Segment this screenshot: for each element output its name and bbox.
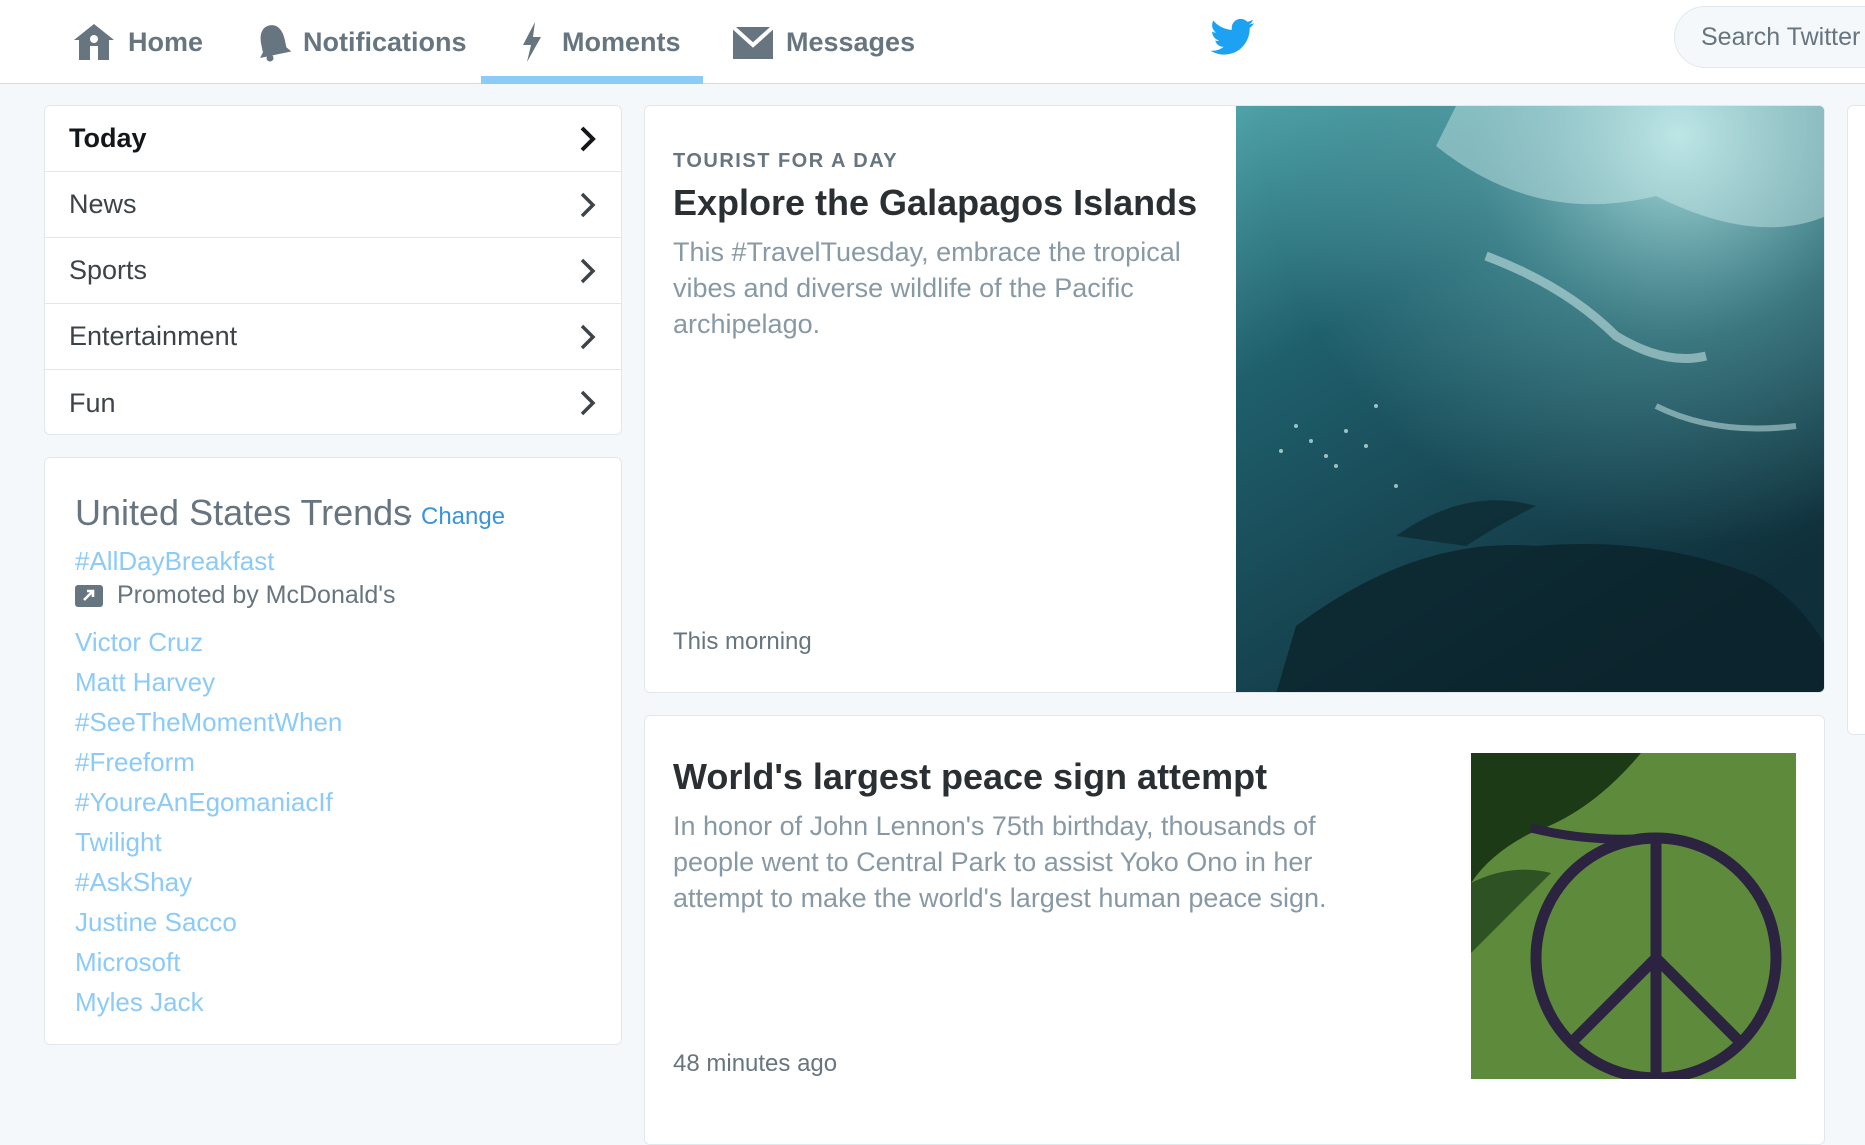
top-navigation-bar: Home Notifications Moments Messages Sear… [0,0,1865,84]
category-entertainment[interactable]: Entertainment [45,304,621,370]
bell-icon [255,22,291,62]
category-sports[interactable]: Sports [45,238,621,304]
category-fun[interactable]: Fun [45,370,621,434]
moment-kicker: TOURIST FOR A DAY [673,150,899,172]
moment-title[interactable]: Explore the Galapagos Islands [673,182,1197,224]
nav-messages-label: Messages [786,26,916,57]
nav-home-label: Home [128,26,204,57]
trends-panel: United States Trends · Change #AllDayBre… [44,457,622,1045]
active-tab-indicator [481,76,703,84]
envelope-icon [732,23,774,61]
trend-item[interactable]: Victor Cruz [75,627,203,658]
promoted-by-label: Promoted by McDonald's [117,581,396,609]
nav-home[interactable]: Home [72,0,203,84]
category-label: News [69,189,137,219]
moment-media-underwater-shark[interactable] [1236,106,1824,692]
nav-messages[interactable]: Messages [732,0,915,84]
moment-description-line: people went to Central Park to assist Yo… [673,847,1313,877]
trend-item[interactable]: #Freeform [75,747,195,778]
trend-item[interactable]: Microsoft [75,947,180,978]
category-label: Entertainment [69,321,238,351]
promoted-trend-link[interactable]: #AllDayBreakfast [75,546,274,577]
promoted-by: Promoted by McDonald's [75,581,396,610]
trend-item[interactable]: Matt Harvey [75,667,215,698]
moment-card-galapagos[interactable]: TOURIST FOR A DAY Explore the Galapagos … [644,105,1825,693]
change-trends-link[interactable]: Change [421,503,505,531]
nav-moments-label: Moments [562,26,681,57]
trend-item[interactable]: #SeeTheMomentWhen [75,707,342,738]
moments-category-nav: Today News Sports Entertainment Fun [44,105,622,435]
moment-description-line: vibes and diverse wildlife of the Pacifi… [673,273,1134,303]
trend-item[interactable]: #AskShay [75,867,192,898]
search-input[interactable]: Search Twitter [1674,6,1865,68]
moment-title[interactable]: World's largest peace sign attempt [673,756,1267,798]
category-label: Sports [69,255,148,285]
category-today[interactable]: Today [45,106,621,172]
home-icon [72,22,116,62]
moment-description-line: archipelago. [673,309,821,339]
chevron-right-icon [579,257,597,285]
trend-item[interactable]: Twilight [75,827,162,858]
nav-notifications[interactable]: Notifications [255,0,467,84]
twitter-bird-icon[interactable] [1210,18,1255,61]
moment-card-peace-sign[interactable]: World's largest peace sign attempt In ho… [644,715,1825,1145]
category-label: Fun [69,387,116,418]
moment-description-line: This #TravelTuesday, embrace the tropica… [673,237,1181,267]
category-label: Today [69,123,147,153]
moment-media-peace-sign-aerial[interactable] [1471,753,1796,1084]
category-news[interactable]: News [45,172,621,238]
lightning-icon [520,21,544,63]
trend-item[interactable]: Justine Sacco [75,907,237,938]
moment-timestamp: 48 minutes ago [673,1050,838,1077]
chevron-right-icon [579,125,597,153]
moment-description-line: In honor of John Lennon's 75th birthday,… [673,811,1316,841]
next-column-card [1847,105,1865,735]
promoted-icon [75,584,103,607]
trend-item[interactable]: #YoureAnEgomaniacIf [75,787,333,818]
moment-timestamp: This morning [673,628,812,655]
chevron-right-icon [579,323,597,351]
trends-title: United States Trends [75,492,412,533]
trend-item[interactable]: Myles Jack [75,987,204,1018]
nav-moments[interactable]: Moments [520,0,681,84]
chevron-right-icon [579,191,597,219]
search-placeholder: Search Twitter [1701,22,1861,51]
chevron-right-icon [579,389,597,417]
nav-notifications-label: Notifications [303,26,467,57]
moment-description-line: attempt to make the world's largest huma… [673,883,1327,913]
trends-separator: · [406,502,414,529]
